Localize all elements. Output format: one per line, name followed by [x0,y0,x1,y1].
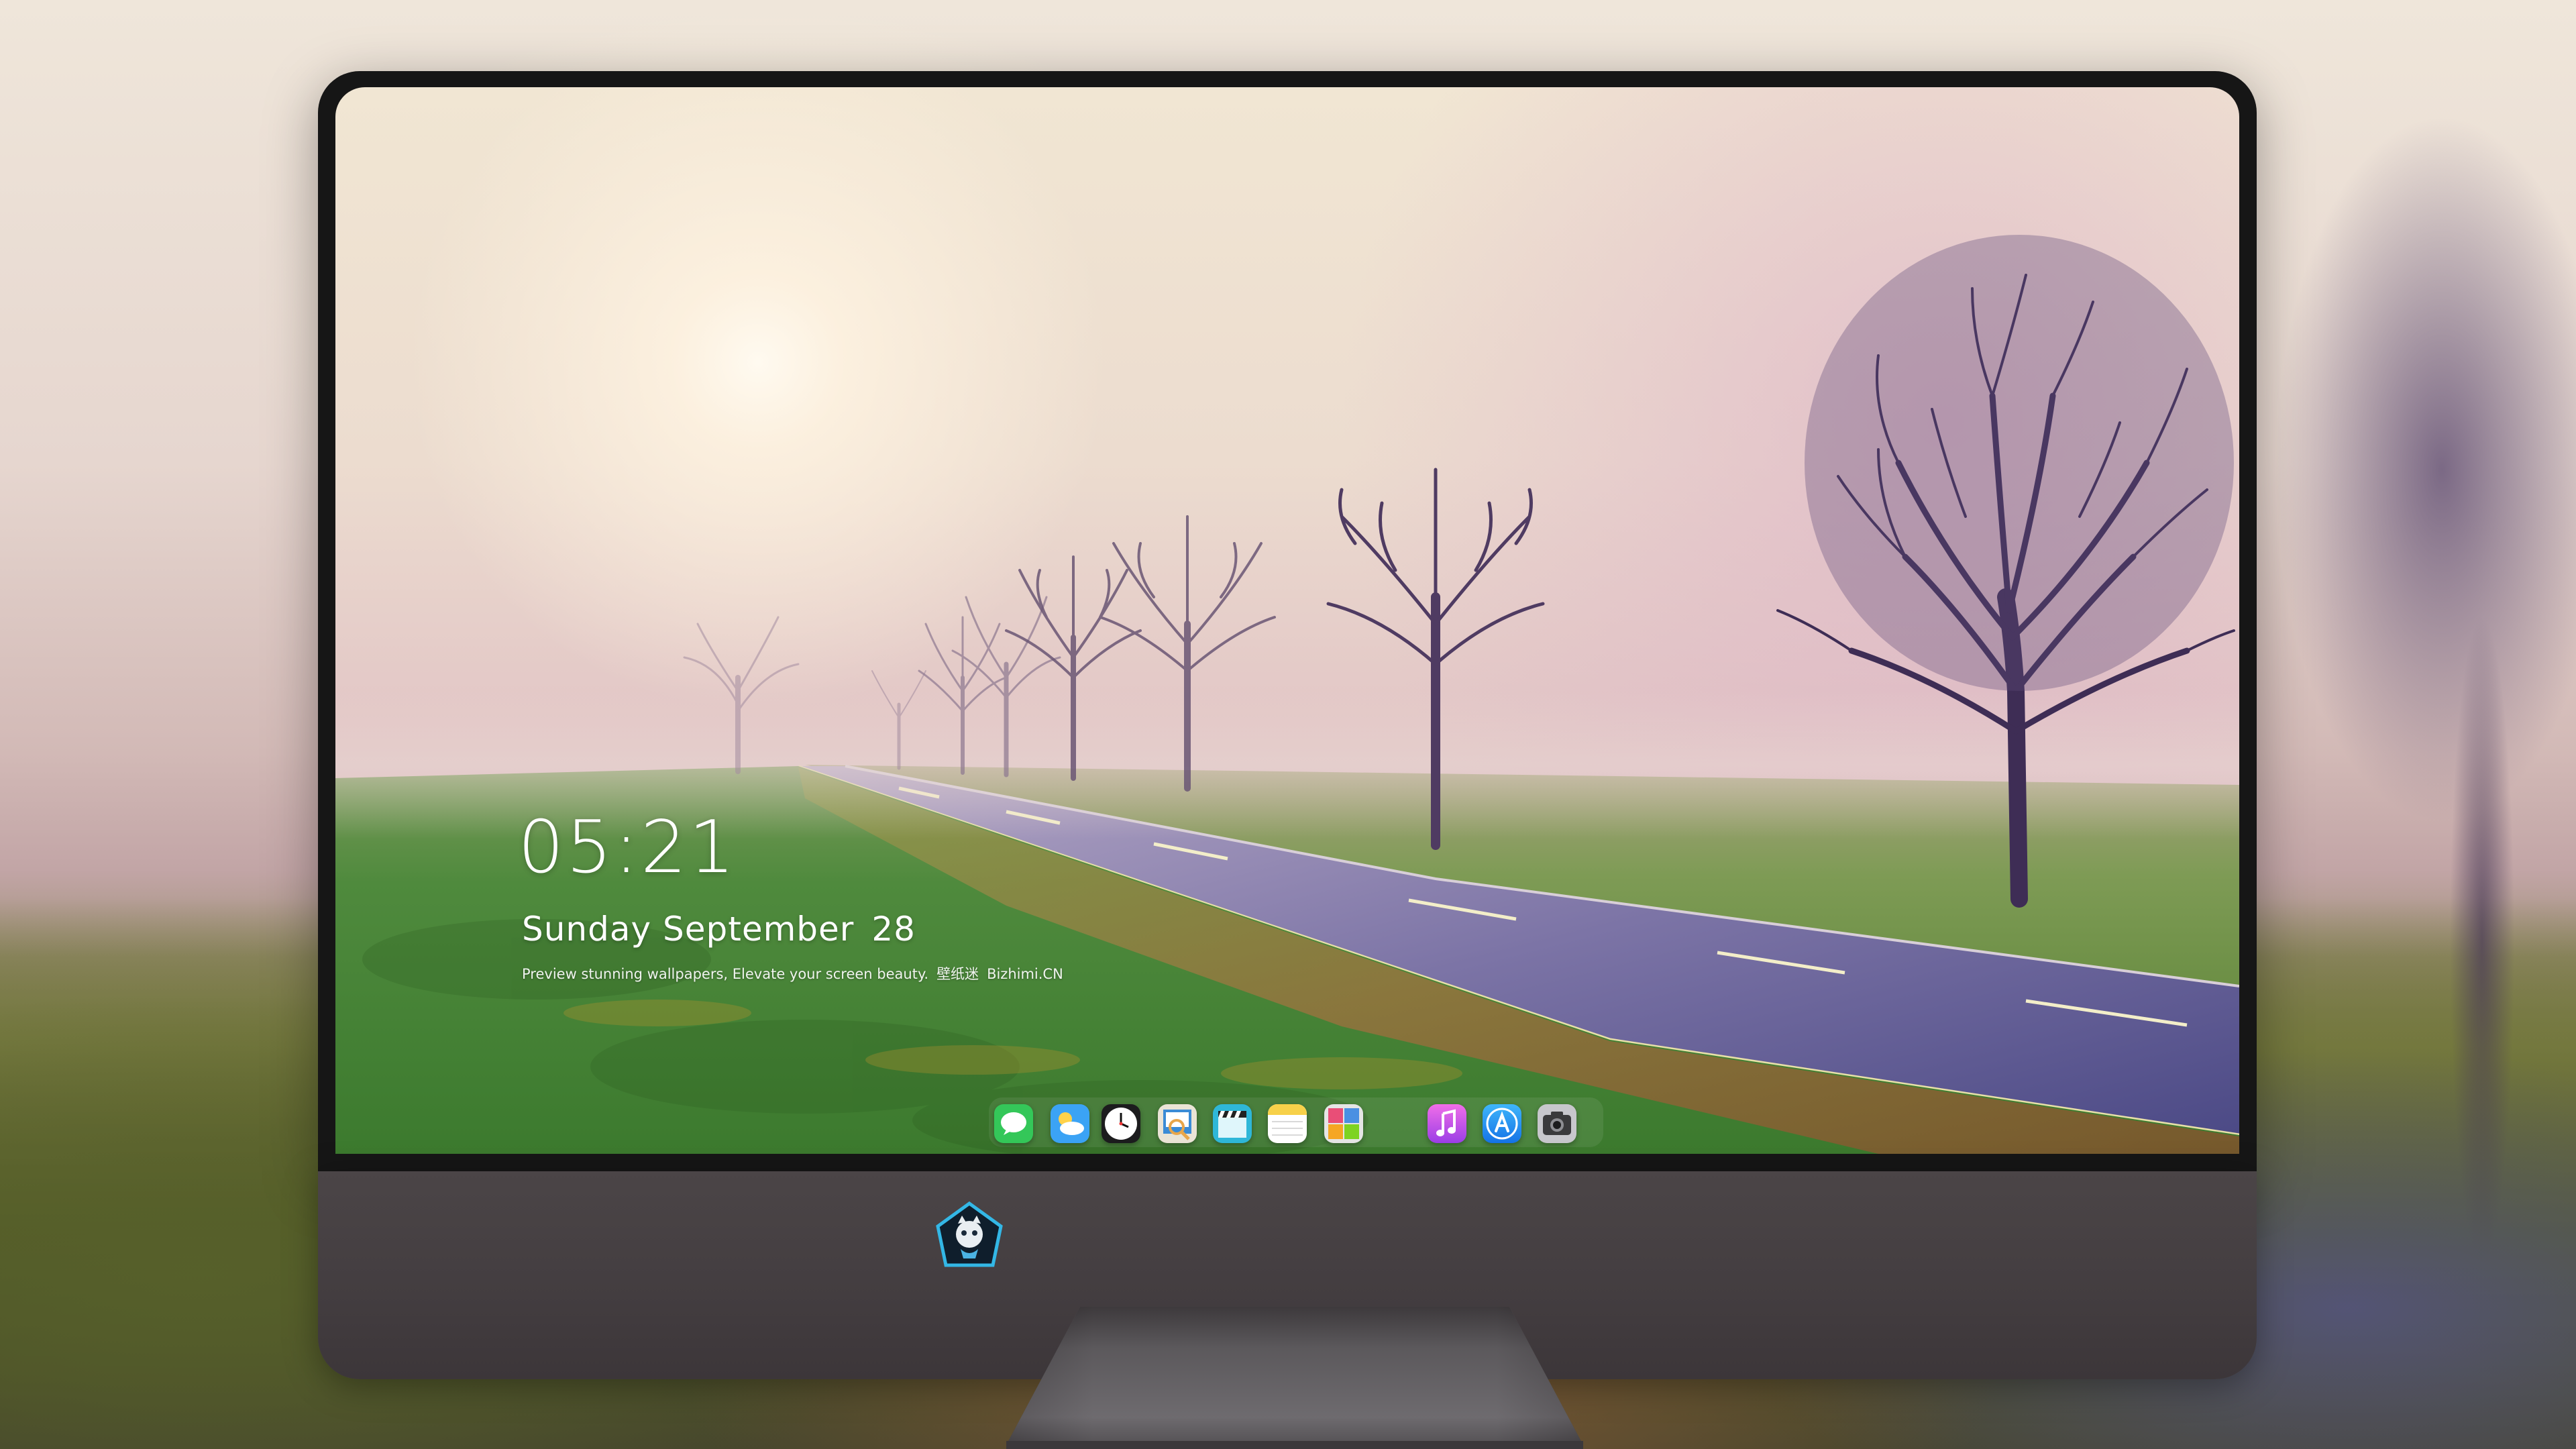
wallpaper [335,87,2239,1154]
screen: 05:21 Sunday September 28 Preview stunnin… [335,87,2239,1154]
tagline-text: Preview stunning wallpapers, Elevate you… [522,966,929,982]
music-icon[interactable] [1428,1104,1466,1143]
lock-screen-time: 05:21 [518,806,737,890]
video-clapper-icon[interactable] [1213,1104,1252,1143]
mascot-logo-icon [936,1201,1003,1267]
preview-icon[interactable] [1158,1104,1197,1143]
lock-screen-date-day: 28 [871,910,916,949]
clock-icon[interactable] [1102,1104,1140,1143]
weather-icon[interactable] [1051,1104,1089,1143]
dock [989,1097,1603,1147]
monitor: 05:21 Sunday September 28 Preview stunnin… [318,71,2257,1379]
lock-screen-tagline: Preview stunning wallpapers, Elevate you… [522,967,1071,981]
monitor-stand [1006,1307,1583,1449]
messages-icon[interactable] [994,1104,1033,1143]
camera-icon[interactable] [1538,1104,1576,1143]
lock-screen-date-weekday-month: Sunday September [522,910,855,949]
notes-icon[interactable] [1268,1104,1307,1143]
photo-collage-icon[interactable] [1324,1104,1363,1143]
brand-cn-label: 壁纸迷 [936,966,979,982]
app-store-icon[interactable] [1483,1104,1521,1143]
lock-screen-date: Sunday September 28 [522,912,916,946]
brand-en-link[interactable]: Bizhimi.CN [987,966,1063,982]
